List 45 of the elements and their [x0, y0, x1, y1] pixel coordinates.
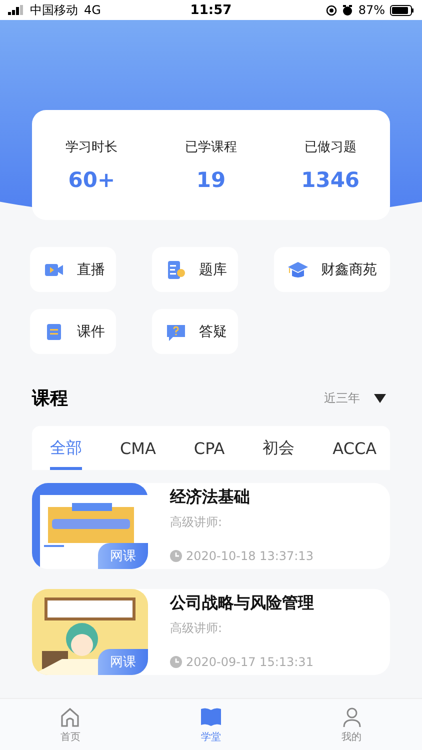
shortcut-button[interactable]: 直播 [30, 247, 116, 292]
lock-rotation-icon [326, 4, 338, 16]
stat-value: 1346 [301, 168, 360, 192]
stat-label: 已做习题 [304, 139, 356, 156]
battery-percent: 87% [358, 3, 385, 17]
course-tab[interactable]: ACCA [332, 434, 377, 470]
course-time: 2020-09-17 15:13:31 [186, 655, 314, 669]
book-icon [200, 706, 222, 728]
stat-value: 19 [196, 168, 226, 192]
person-icon [340, 706, 363, 728]
course-card[interactable]: 网课 经济法基础 高级讲师: 2020-10-18 13:37:13 [32, 483, 390, 569]
graduation-cap-icon [288, 260, 308, 280]
course-card[interactable]: 网课 公司战略与风险管理 高级讲师: 2020-09-17 15:13:31 [32, 589, 390, 675]
stat-label: 已学课程 [184, 139, 237, 156]
course-title: 公司战略与风险管理 [170, 593, 314, 614]
stat-value: 60+ [68, 168, 116, 192]
stat-label: 学习时长 [66, 139, 118, 156]
network-type: 4G [84, 3, 101, 17]
document-icon [166, 260, 186, 280]
shortcut-button[interactable]: 财鑫商苑 [274, 247, 390, 292]
teacher-label: 高级讲师: [170, 514, 224, 531]
dropdown-triangle-icon [374, 394, 386, 402]
carrier-name: 中国移动 [30, 2, 78, 18]
course-type-badge: 网课 [98, 649, 148, 675]
status-time: 11:57 [190, 2, 232, 18]
alarm-icon [342, 4, 354, 16]
shortcut-button[interactable]: 答疑 [152, 309, 238, 354]
course-tab[interactable]: CMA [120, 434, 156, 470]
course-time: 2020-10-18 13:37:13 [186, 549, 314, 563]
course-tab[interactable]: CPA [194, 434, 225, 470]
battery-icon [390, 4, 414, 16]
section-title: 课程 [32, 387, 69, 410]
teacher-label: 高级讲师: [170, 620, 224, 637]
clock-icon [170, 656, 182, 668]
signal-icon [8, 5, 24, 15]
nav-tab[interactable]: 学堂 [140, 699, 282, 750]
course-title: 经济法基础 [170, 487, 251, 508]
course-type-badge: 网课 [98, 543, 148, 569]
course-tab[interactable]: 初会 [262, 434, 295, 470]
course-tab[interactable]: 全部 [50, 434, 82, 470]
home-icon [59, 706, 82, 728]
clock-icon [170, 550, 182, 562]
shortcut-button[interactable]: 题库 [152, 247, 238, 292]
file-icon [44, 322, 64, 342]
shortcut-button[interactable]: 课件 [30, 309, 116, 354]
